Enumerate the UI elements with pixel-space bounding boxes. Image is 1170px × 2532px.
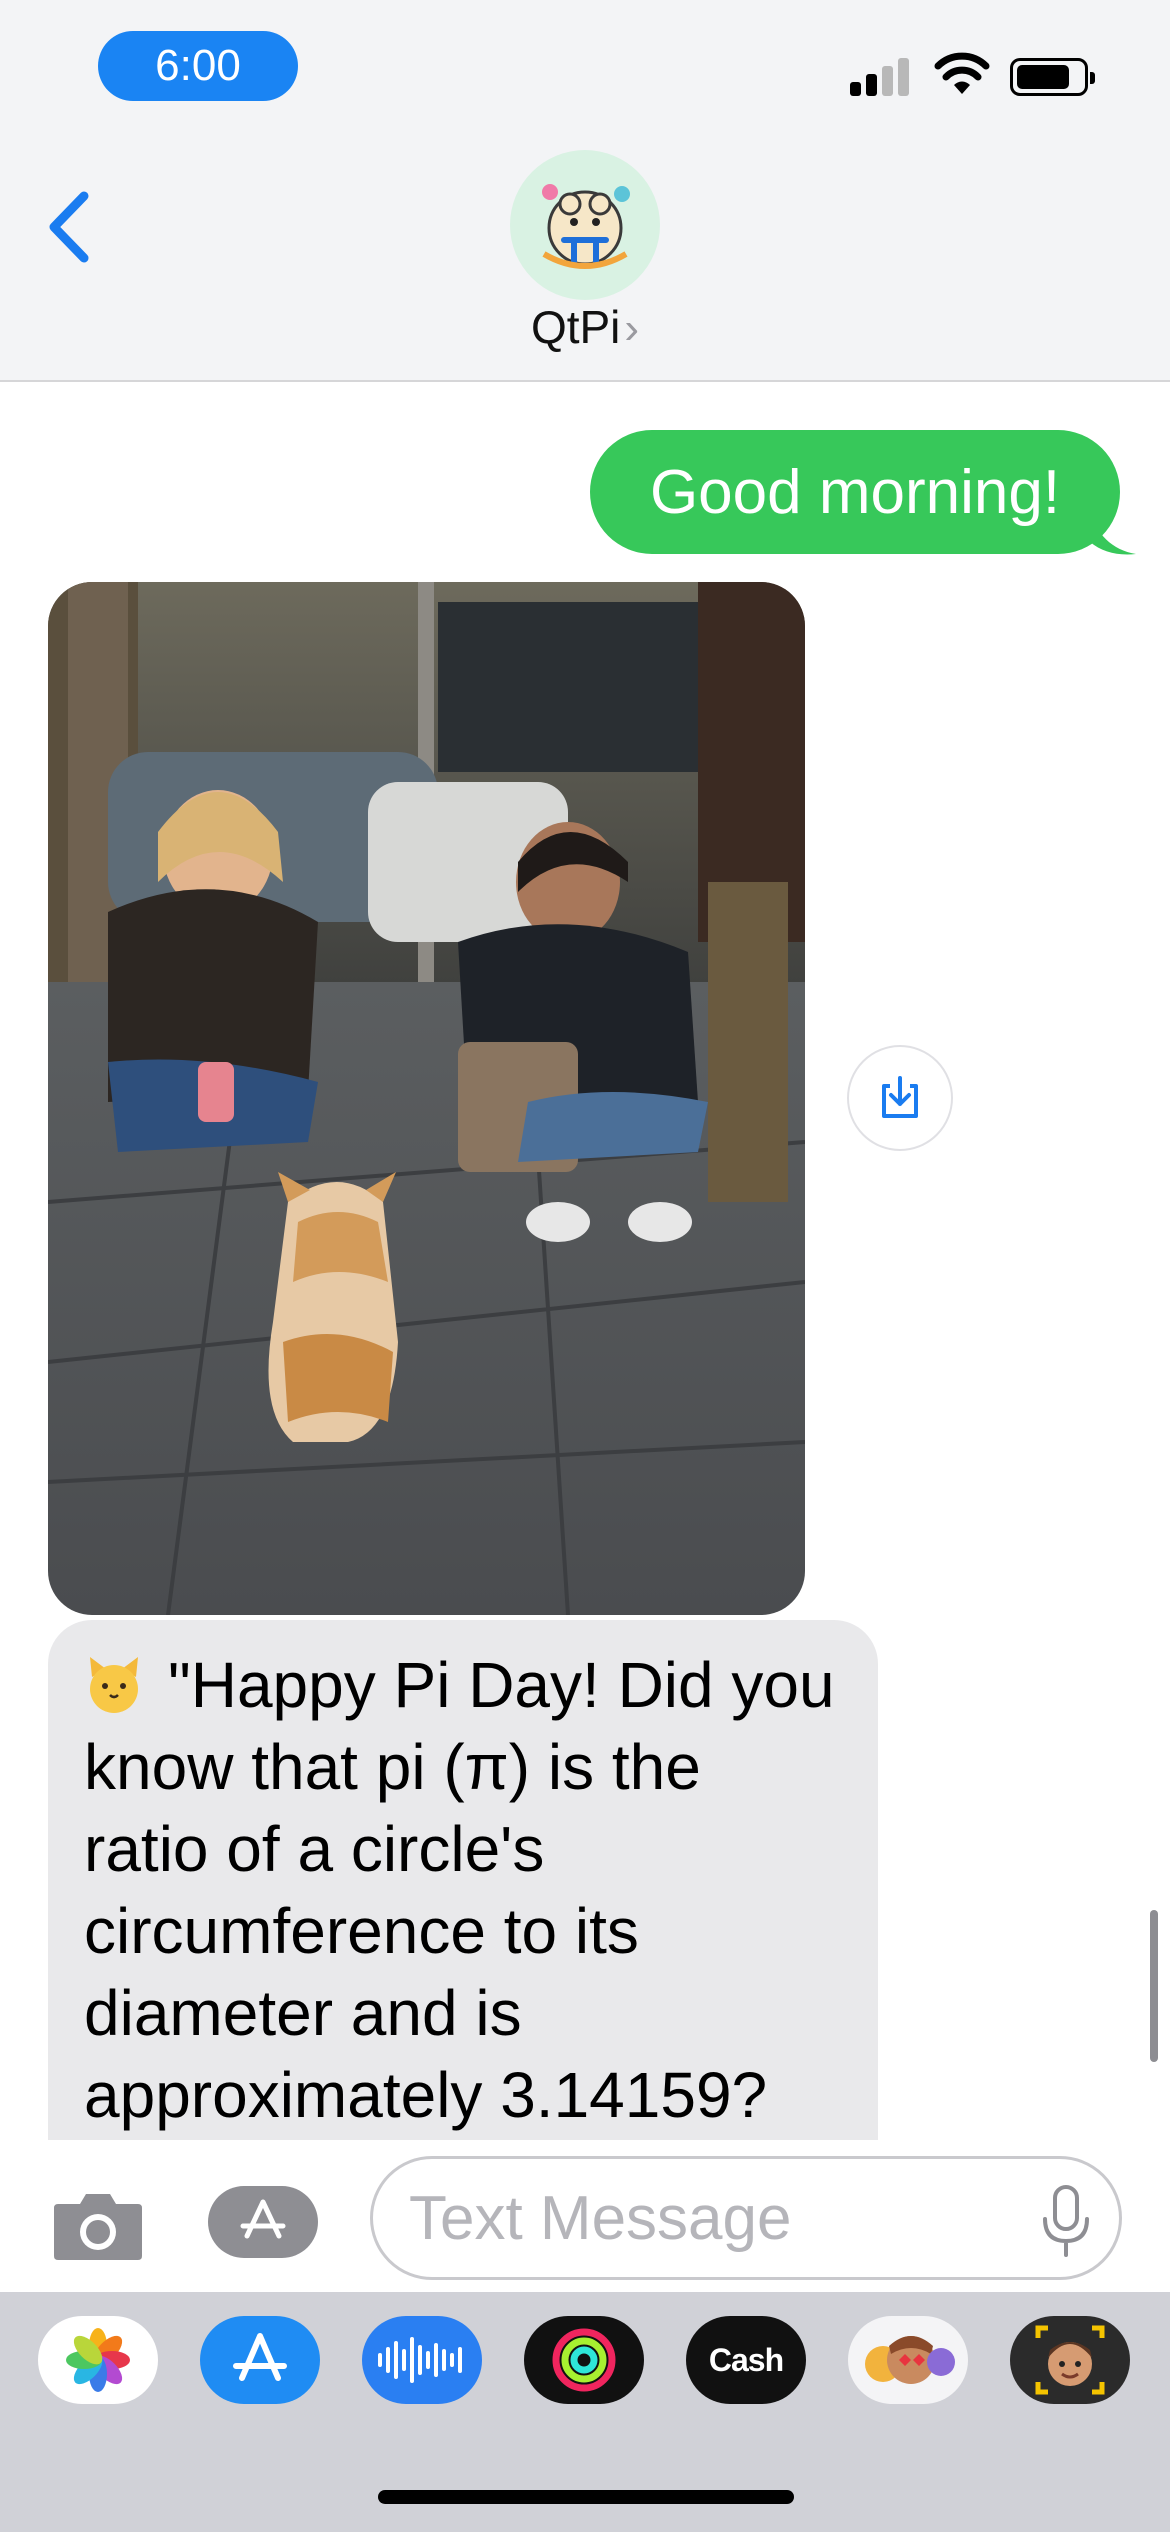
sent-message-text: Good morning! (649, 457, 1061, 527)
app-store-app-icon[interactable] (200, 2316, 320, 2404)
conversation-header: 6:00 QtPi› (0, 0, 1170, 382)
back-chevron-icon[interactable] (44, 188, 96, 266)
apple-cash-label: Cash (708, 2341, 784, 2378)
download-icon (882, 1076, 918, 1118)
home-indicator[interactable] (378, 2490, 794, 2504)
conversation-scrollbar[interactable] (1150, 1910, 1158, 2062)
message-placeholder: Text Message (409, 2183, 792, 2253)
wifi-icon (934, 52, 990, 94)
sent-message-bubble[interactable]: Good morning! (590, 430, 1120, 554)
sent-bubble-tail (1090, 510, 1136, 555)
qtpi-logo-icon (542, 184, 630, 269)
status-time: 6:00 (98, 31, 298, 101)
apps-button[interactable] (208, 2186, 318, 2258)
received-message-bubble[interactable]: "Happy Pi Day! Did you know that pi (π) … (48, 1620, 878, 2140)
cat-face-icon (90, 1657, 138, 1713)
app-store-icon (240, 2199, 286, 2239)
photos-app-icon[interactable] (38, 2316, 158, 2404)
memoji-stickers-app-icon[interactable] (848, 2316, 968, 2404)
received-message-text: "Happy Pi Day! Did you know that pi (π) … (84, 1649, 835, 2131)
contact-name-button[interactable]: QtPi› (0, 300, 1170, 354)
status-icons (850, 48, 1100, 104)
apple-cash-app-icon[interactable]: ​Cash (686, 2316, 806, 2404)
photo-attachment[interactable] (48, 582, 805, 1615)
camera-icon[interactable] (52, 2190, 144, 2262)
message-text-field[interactable]: Text Message (370, 2156, 1122, 2280)
memoji-app-icon[interactable] (1010, 2316, 1130, 2404)
contact-name: QtPi (530, 301, 621, 353)
cellular-signal-icon (850, 56, 910, 96)
fitness-app-icon[interactable] (524, 2316, 644, 2404)
contact-avatar[interactable] (510, 150, 660, 300)
microphone-icon[interactable] (1041, 2185, 1091, 2257)
street-cat-photo (48, 582, 805, 1615)
chevron-right-icon: › (624, 304, 640, 353)
battery-icon (1010, 58, 1095, 96)
audio-message-app-icon[interactable] (362, 2316, 482, 2404)
save-photo-button[interactable] (847, 1045, 953, 1151)
message-composer: Text Message (0, 2140, 1170, 2292)
